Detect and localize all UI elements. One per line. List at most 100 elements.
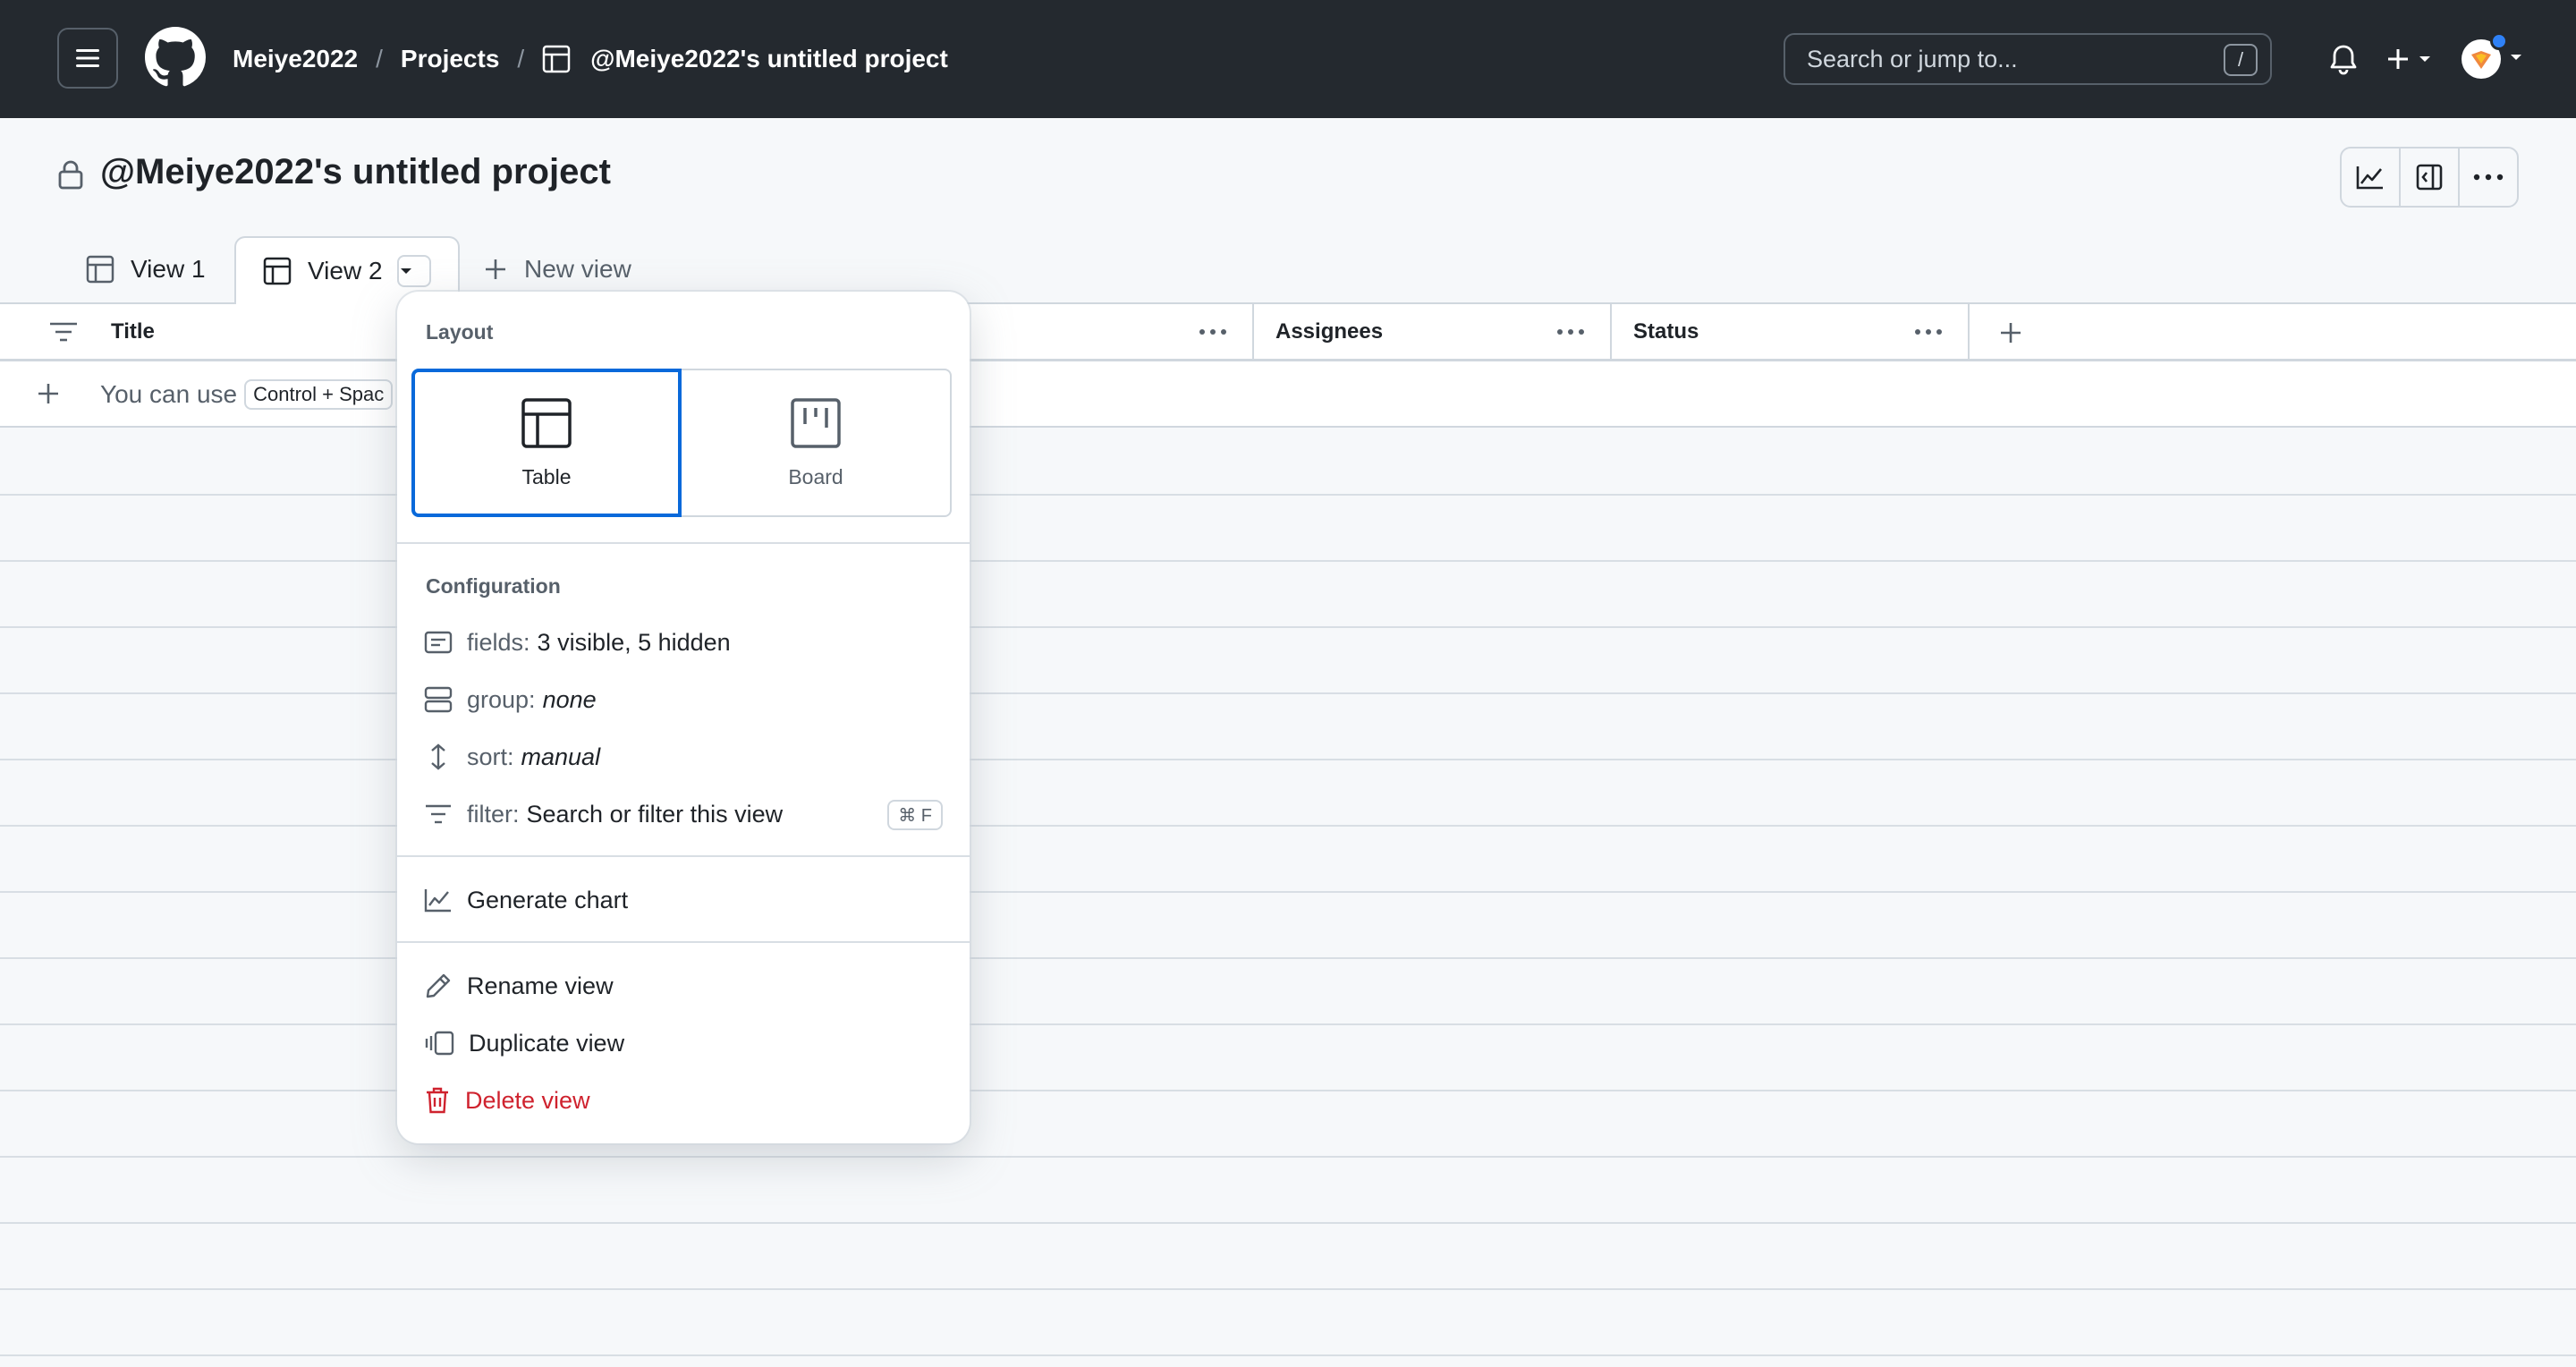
layout-option-label: Table bbox=[521, 464, 572, 488]
project-toolbar bbox=[2340, 147, 2519, 208]
sort-config-item[interactable]: sort: manual bbox=[424, 732, 943, 782]
breadcrumb-project-link[interactable]: @Meiye2022's untitled project bbox=[590, 45, 948, 73]
row-divider bbox=[0, 891, 2576, 893]
fields-config-item[interactable]: fields: 3 visible, 5 hidden bbox=[424, 617, 943, 667]
arrow-both-vertical-icon bbox=[431, 743, 445, 770]
chevron-down-icon[interactable] bbox=[2508, 52, 2524, 63]
config-key: filter: bbox=[467, 800, 520, 828]
breadcrumb-projects-link[interactable]: Projects bbox=[401, 45, 500, 73]
kebab-horizontal-icon bbox=[1557, 329, 1584, 335]
config-key: sort: bbox=[467, 743, 514, 770]
menu-divider bbox=[397, 941, 970, 943]
menu-item-label: Rename view bbox=[467, 972, 614, 999]
tab-view-1[interactable]: View 1 bbox=[86, 236, 206, 302]
row-divider bbox=[0, 957, 2576, 959]
chevron-down-icon bbox=[2419, 56, 2430, 62]
hamburger-menu-button[interactable] bbox=[57, 28, 118, 89]
layout-option-board[interactable]: Board bbox=[682, 369, 952, 517]
column-header-assignees[interactable]: Assignees bbox=[1275, 304, 1383, 360]
graph-icon bbox=[424, 889, 451, 913]
create-new-button[interactable] bbox=[2385, 39, 2438, 79]
config-value: manual bbox=[521, 743, 601, 770]
row-divider bbox=[0, 1156, 2576, 1158]
config-value: none bbox=[542, 685, 597, 713]
row-divider bbox=[0, 494, 2576, 496]
insights-button[interactable] bbox=[2342, 149, 2401, 206]
rows-icon bbox=[424, 686, 453, 713]
notification-dot bbox=[2490, 32, 2508, 50]
add-field-icon[interactable] bbox=[1998, 320, 2023, 345]
page-title: @Meiye2022's untitled project bbox=[100, 152, 611, 191]
table-header: Title Assignees Status bbox=[0, 302, 2576, 361]
table-icon bbox=[86, 255, 114, 284]
row-divider bbox=[0, 626, 2576, 628]
menu-divider bbox=[397, 855, 970, 857]
column-menu-button[interactable] bbox=[1911, 317, 1946, 347]
plus-icon bbox=[2388, 49, 2408, 69]
trash-icon bbox=[427, 1087, 448, 1114]
view-options-button[interactable] bbox=[396, 255, 431, 287]
search-placeholder: Search or jump to... bbox=[1807, 45, 2018, 72]
column-menu-button[interactable] bbox=[1553, 317, 1589, 347]
menu-item-label: Duplicate view bbox=[469, 1029, 625, 1057]
kebab-horizontal-icon bbox=[1915, 329, 1942, 335]
row-divider bbox=[0, 692, 2576, 694]
row-divider bbox=[0, 1288, 2576, 1290]
column-divider[interactable] bbox=[1610, 304, 1612, 360]
duplicate-view-item[interactable]: Duplicate view bbox=[424, 1018, 943, 1068]
layout-heading: Layout bbox=[426, 320, 494, 344]
graph-icon bbox=[2356, 166, 2383, 190]
row-divider bbox=[0, 1090, 2576, 1091]
layout-option-table[interactable]: Table bbox=[411, 369, 682, 517]
triangle-down-icon bbox=[400, 268, 411, 274]
github-logo-icon[interactable] bbox=[145, 27, 206, 88]
breadcrumb-separator: / bbox=[517, 45, 525, 72]
side-panel-button[interactable] bbox=[2401, 149, 2460, 206]
row-divider bbox=[0, 560, 2576, 562]
column-menu-button[interactable] bbox=[1195, 317, 1231, 347]
lock-icon bbox=[58, 160, 83, 190]
avatar-image-icon bbox=[2471, 51, 2491, 69]
keyboard-shortcut-badge: Control + Spac bbox=[244, 379, 394, 410]
generate-chart-item[interactable]: Generate chart bbox=[424, 875, 943, 925]
bell-icon[interactable] bbox=[2324, 39, 2363, 79]
row-divider bbox=[0, 825, 2576, 827]
menu-divider bbox=[397, 542, 970, 544]
filter-icon[interactable] bbox=[48, 320, 79, 344]
column-header-status[interactable]: Status bbox=[1633, 304, 1699, 360]
project-table: Title Assignees Status You can use Contr… bbox=[0, 302, 2576, 1367]
search-input[interactable]: Search or jump to... / bbox=[1784, 33, 2272, 85]
view-options-menu: Layout Table Board Configuration fields:… bbox=[397, 292, 970, 1143]
project-board-icon bbox=[791, 397, 841, 448]
config-key: fields: bbox=[467, 628, 530, 656]
delete-view-item[interactable]: Delete view bbox=[424, 1075, 943, 1125]
table-icon bbox=[263, 257, 292, 285]
plus-icon bbox=[486, 259, 505, 279]
kebab-horizontal-icon bbox=[2473, 174, 2504, 181]
row-divider bbox=[0, 1354, 2576, 1356]
filter-config-item[interactable]: filter: Search or filter this view ⌘ F bbox=[424, 789, 943, 839]
add-item-row[interactable]: You can use Control + Spac bbox=[0, 361, 2576, 428]
breadcrumb: Meiye2022 / Projects / @Meiye2022's unti… bbox=[233, 39, 948, 79]
table-icon bbox=[521, 397, 572, 448]
project-more-button[interactable] bbox=[2460, 149, 2517, 206]
tab-label: View 1 bbox=[131, 255, 206, 283]
column-header-title[interactable]: Title bbox=[111, 304, 155, 360]
config-value: 3 visible, 5 hidden bbox=[537, 628, 731, 656]
add-item-hint-text: You can use bbox=[100, 380, 238, 408]
note-icon bbox=[424, 631, 453, 654]
column-divider[interactable] bbox=[1252, 304, 1254, 360]
menu-item-label: Generate chart bbox=[467, 886, 629, 913]
group-config-item[interactable]: group: none bbox=[424, 675, 943, 725]
row-divider bbox=[0, 1023, 2576, 1025]
column-divider[interactable] bbox=[1968, 304, 1970, 360]
layout-option-label: Board bbox=[788, 464, 843, 488]
sidebar-expand-icon bbox=[2416, 164, 2443, 191]
rename-view-item[interactable]: Rename view bbox=[424, 961, 943, 1011]
breadcrumb-user-link[interactable]: Meiye2022 bbox=[233, 45, 358, 73]
plus-icon bbox=[38, 384, 58, 403]
keyboard-shortcut-badge: ⌘ F bbox=[887, 800, 943, 830]
tab-label: New view bbox=[524, 255, 631, 283]
row-divider bbox=[0, 759, 2576, 760]
add-item-hint: You can use Control + Spac bbox=[100, 379, 394, 410]
